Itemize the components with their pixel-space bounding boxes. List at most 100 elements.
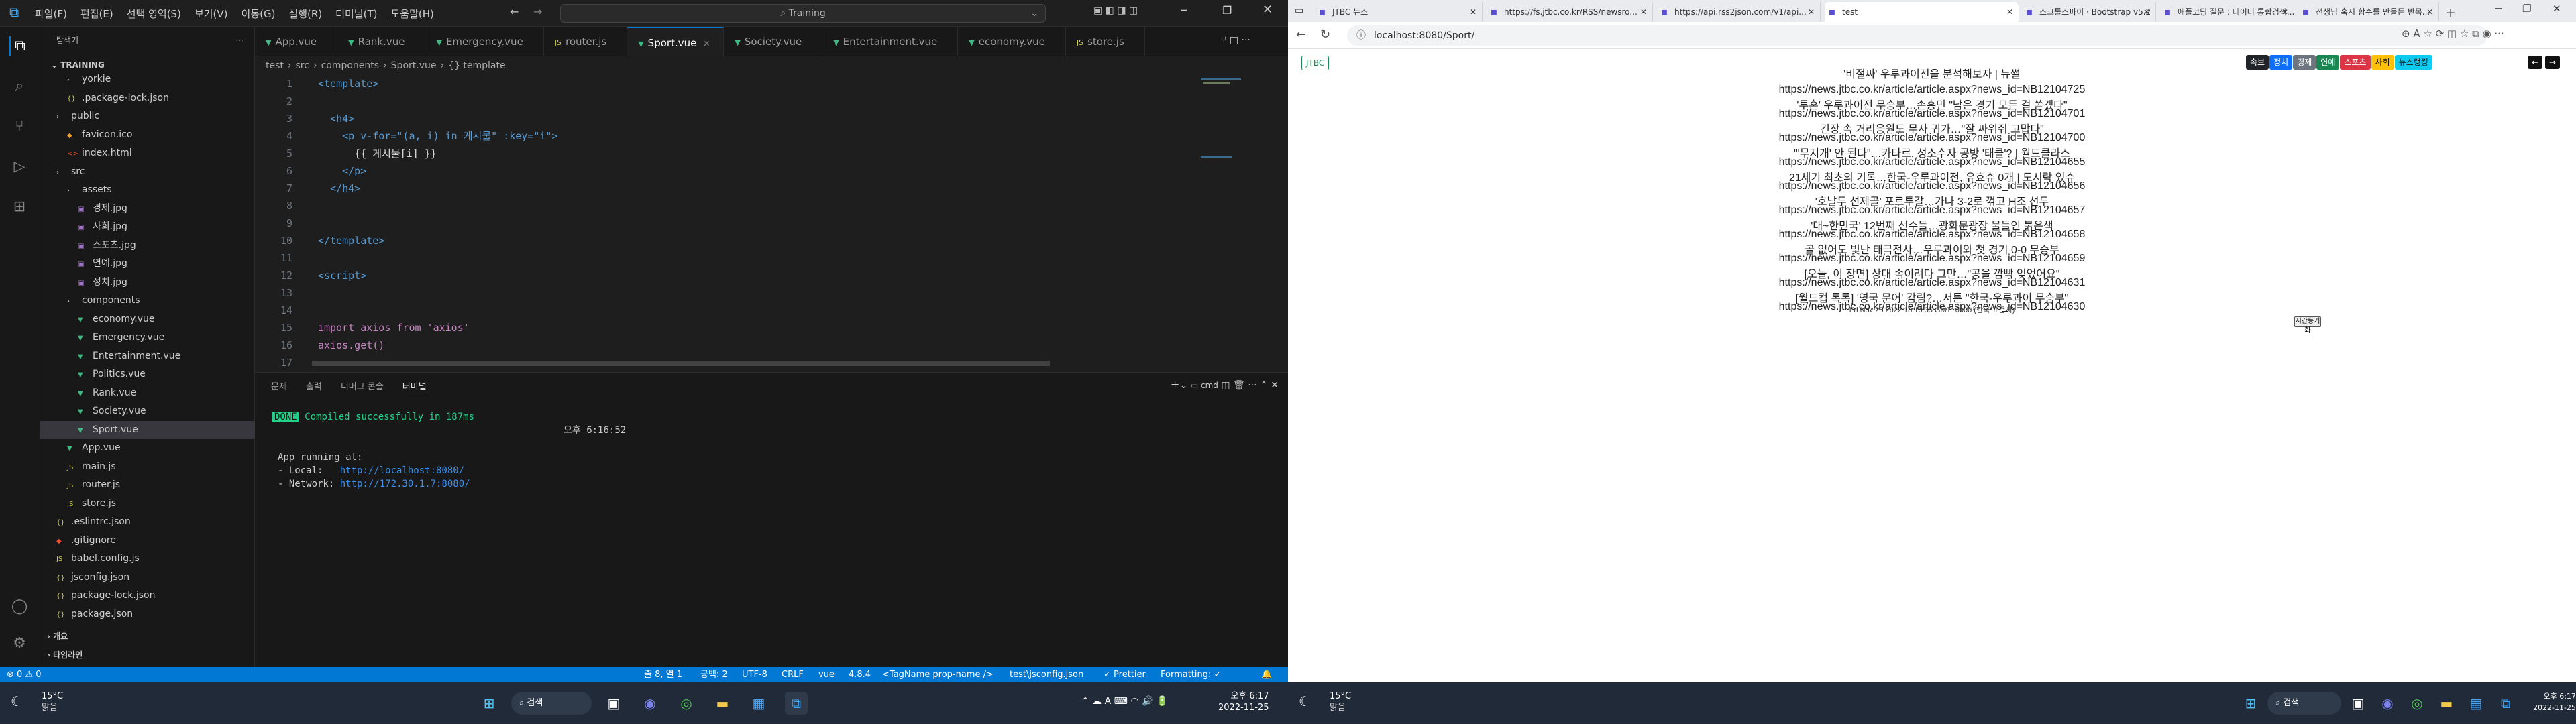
breadcrumb-item[interactable]: test bbox=[266, 60, 284, 71]
tree-item[interactable]: ▣ 정치.jpg bbox=[40, 274, 255, 292]
tree-item[interactable]: {} package-lock.json bbox=[40, 587, 255, 605]
tree-item[interactable]: JS store.js bbox=[40, 495, 255, 513]
layout-toggle-icon[interactable]: ▣ ◧ ◨ ◫ bbox=[1093, 5, 1138, 16]
browser-tab[interactable]: ◼ https://fs.jtbc.co.kr/RSS/newsro... ✕ bbox=[1487, 2, 1653, 22]
close-icon[interactable]: ✕ bbox=[703, 39, 710, 48]
chevron-down-icon[interactable]: ⌄ bbox=[1030, 5, 1038, 22]
problems-status[interactable]: ⊗ 0 ⚠ 0 bbox=[7, 667, 42, 682]
version-status[interactable]: 4.8.4 bbox=[849, 667, 871, 682]
code-line[interactable]: 5 {{ 게시물[i] }} bbox=[255, 145, 1194, 162]
indent-status[interactable]: 공백: 2 bbox=[700, 667, 728, 682]
article-link[interactable]: https://news.jtbc.co.kr/article/article.… bbox=[1288, 156, 2576, 168]
encoding-status[interactable]: UTF-8 bbox=[742, 667, 767, 682]
task-view-icon[interactable]: ▣ bbox=[602, 692, 625, 715]
tab-actions-icon[interactable]: ▭ bbox=[1295, 5, 1303, 16]
browser-tab[interactable]: ◼ JTBC 뉴스 ✕ bbox=[1315, 2, 1483, 22]
tree-item[interactable]: › src bbox=[40, 163, 255, 181]
article-link[interactable]: https://news.jtbc.co.kr/article/article.… bbox=[1288, 84, 2576, 96]
tree-item[interactable]: JS main.js bbox=[40, 458, 255, 476]
tree-item[interactable]: {} .package-lock.json bbox=[40, 89, 255, 107]
panel-tab[interactable]: 터미널 bbox=[402, 379, 427, 396]
article-link[interactable]: https://news.jtbc.co.kr/article/article.… bbox=[1288, 253, 2576, 265]
breadcrumb-item[interactable]: Sport.vue bbox=[391, 60, 437, 71]
close-icon[interactable]: ✕ bbox=[1808, 2, 1815, 22]
settings-gear-icon[interactable]: ⚙ bbox=[9, 634, 30, 654]
tree-item[interactable]: JS babel.config.js bbox=[40, 550, 255, 568]
close-icon[interactable]: ✕ bbox=[2143, 2, 2150, 22]
browser-tab[interactable]: ◼ 스크롤스파이 · Bootstrap v5.2 ✕ bbox=[2022, 2, 2156, 22]
menu-item[interactable]: 선택 영역(S) bbox=[127, 7, 181, 21]
article-link[interactable]: https://news.jtbc.co.kr/article/article.… bbox=[1288, 108, 2576, 120]
explorer-icon[interactable]: ⧉ bbox=[9, 36, 30, 56]
tree-item[interactable]: {} package.json bbox=[40, 605, 255, 621]
breadcrumb-item[interactable]: components bbox=[321, 60, 380, 71]
editor-tab[interactable]: ▼ Entertainment.vue bbox=[822, 27, 959, 56]
minimize-icon[interactable]: ─ bbox=[2496, 3, 2502, 15]
close-icon[interactable]: ✕ bbox=[1640, 2, 1647, 22]
forward-arrow-icon[interactable]: → bbox=[533, 5, 542, 18]
maximize-icon[interactable]: ❐ bbox=[2522, 3, 2531, 15]
code-line[interactable]: 7 </h4> bbox=[255, 180, 1194, 197]
tree-item[interactable]: ▣ 경제.jpg bbox=[40, 200, 255, 218]
code-line[interactable]: 1 <template> bbox=[255, 75, 1194, 93]
code-line[interactable]: 14 bbox=[255, 302, 1194, 319]
panel-tab[interactable]: 문제 bbox=[271, 379, 287, 396]
tree-item[interactable]: {} .eslintrc.json bbox=[40, 513, 255, 531]
language-mode[interactable]: vue bbox=[818, 667, 835, 682]
toolbar-icons[interactable]: ⊕ A ☆ ⟳ ◫ ☆ ⧉ ◉ ··· bbox=[2402, 27, 2504, 40]
close-icon[interactable]: ✕ bbox=[2282, 2, 2288, 22]
timeline-section[interactable]: › 타임라인 bbox=[47, 649, 83, 660]
editor-tab[interactable]: ▼ Emergency.vue bbox=[425, 27, 544, 56]
editor-tab[interactable]: JS router.js bbox=[544, 27, 628, 56]
menu-item[interactable]: 보기(V) bbox=[195, 7, 228, 21]
close-icon[interactable]: ✕ bbox=[2006, 2, 2013, 22]
horizontal-scrollbar[interactable] bbox=[312, 361, 1050, 366]
prettier-status[interactable]: ✓ Prettier bbox=[1104, 667, 1146, 682]
clock[interactable]: 오후 6:17 2022-11-25 bbox=[2533, 690, 2576, 713]
outline-section[interactable]: › 개요 bbox=[47, 630, 68, 642]
article-link[interactable]: https://news.jtbc.co.kr/article/article.… bbox=[1288, 204, 2576, 217]
menu-item[interactable]: 편집(E) bbox=[80, 7, 113, 21]
tree-item[interactable]: ◆ .gitignore bbox=[40, 532, 255, 550]
tree-item[interactable]: ▼ Entertainment.vue bbox=[40, 347, 255, 365]
code-line[interactable]: 6 </p> bbox=[255, 162, 1194, 180]
file-explorer-icon[interactable]: ▬ bbox=[2435, 692, 2458, 715]
editor-tab[interactable]: JS store.js bbox=[1066, 27, 1145, 56]
menu-item[interactable]: 파일(F) bbox=[35, 7, 67, 21]
start-icon[interactable]: ⊞ bbox=[478, 692, 500, 715]
weather-widget[interactable]: 15°C 맑음 bbox=[42, 690, 63, 713]
code-editor[interactable]: 1 <template> 2 3 <h4> 4 <p v-for="(a, i) in … bbox=[255, 75, 1194, 386]
taskbar-search[interactable]: ⌕ 검색 bbox=[2267, 692, 2341, 715]
tag-format-status[interactable]: <TagName prop-name /> bbox=[882, 667, 994, 682]
tree-item[interactable]: ▣ 사회.jpg bbox=[40, 218, 255, 236]
source-control-icon[interactable]: ⑂ bbox=[9, 117, 30, 137]
jsconfig-status[interactable]: test\jsconfig.json bbox=[1010, 667, 1083, 682]
tray-icons[interactable]: ⌃ ☁ A ⌨ ◠ 🔊 🔋 bbox=[1081, 696, 1168, 707]
article-link[interactable]: https://news.jtbc.co.kr/article/article.… bbox=[1288, 132, 2576, 144]
sync-button[interactable]: 시간동기화 bbox=[2294, 316, 2321, 335]
code-line[interactable]: 8 bbox=[255, 197, 1194, 215]
tree-item[interactable]: ▼ Society.vue bbox=[40, 402, 255, 420]
cursor-position[interactable]: 줄 8, 열 1 bbox=[644, 667, 682, 682]
url-input[interactable]: ⓘ localhost:8080/Sport/ bbox=[1347, 25, 2487, 46]
minimap[interactable] bbox=[1197, 75, 1277, 363]
network-url-link[interactable]: http://172.30.1.7:8080/ bbox=[340, 479, 470, 489]
chrome-icon[interactable]: ◎ bbox=[675, 692, 698, 715]
editor-tab[interactable]: ▼ economy.vue bbox=[958, 27, 1066, 56]
run-debug-icon[interactable]: ▷ bbox=[9, 157, 30, 177]
code-line[interactable]: 2 bbox=[255, 93, 1194, 110]
terminal-output[interactable]: DONE Compiled successfully in 187ms 오후 6… bbox=[272, 410, 626, 491]
code-line[interactable]: 15 import axios from 'axios' bbox=[255, 319, 1194, 337]
minimize-icon[interactable]: ─ bbox=[1181, 4, 1187, 17]
more-actions-icon[interactable]: ··· bbox=[236, 27, 244, 54]
tree-item[interactable]: JS router.js bbox=[40, 476, 255, 494]
menu-item[interactable]: 이동(G) bbox=[241, 7, 276, 21]
bell-icon[interactable]: 🔔 bbox=[1261, 667, 1272, 682]
editor-actions-icon[interactable]: ⑂ ◫ ··· bbox=[1221, 35, 1250, 46]
tree-item[interactable]: ▼ Politics.vue bbox=[40, 365, 255, 383]
editor-tab[interactable]: ▼ App.vue bbox=[255, 27, 338, 56]
breadcrumb-item[interactable]: src bbox=[296, 60, 309, 71]
code-line[interactable]: 11 bbox=[255, 249, 1194, 267]
vscode-taskbar-icon[interactable]: ⧉ bbox=[785, 692, 808, 715]
teams-icon[interactable]: ◉ bbox=[2376, 692, 2399, 715]
